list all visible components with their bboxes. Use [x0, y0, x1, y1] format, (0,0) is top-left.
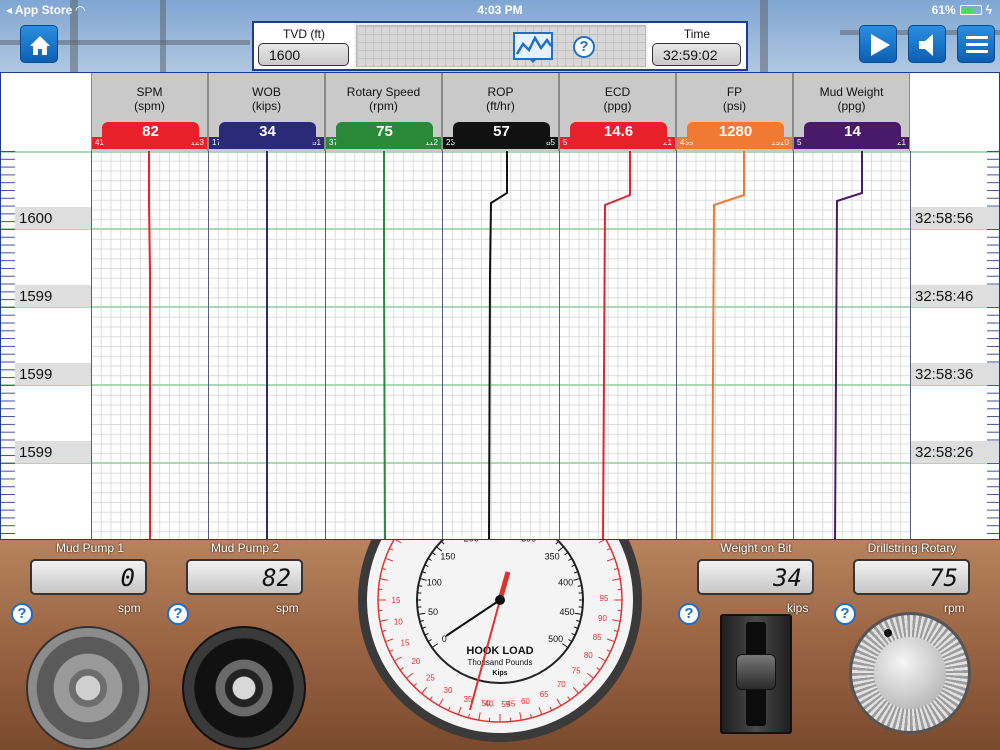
mud-pump-1-help-icon[interactable]: ? — [11, 603, 33, 625]
gauge-inner-label: 300 — [521, 540, 536, 543]
speaker-icon — [919, 34, 933, 56]
chart-icon — [513, 32, 553, 63]
mud-pump-2-value: 82 — [262, 564, 291, 592]
sound-button[interactable] — [908, 25, 946, 63]
weight-on-bit-display: 34 — [697, 559, 814, 595]
log-chart: SPM (spm) 41 123 82 WOB (kips) 17 51 34 Rotary Spe… — [0, 72, 1000, 540]
home-icon — [30, 36, 50, 55]
gauge-inner-tick — [577, 585, 582, 587]
tvd-box: TVD (ft) 1600 — [254, 23, 354, 69]
mud-pump-2-unit: spm — [276, 601, 299, 615]
menu-button[interactable] — [957, 25, 995, 63]
rop-trace — [488, 151, 508, 539]
mud-pump-2-display: 82 — [186, 559, 303, 595]
weight-on-bit-unit: kips — [787, 601, 809, 615]
battery-indicator: 61% ϟ — [932, 3, 992, 17]
gauge-inner-label: 350 — [545, 551, 560, 561]
gauge-inner-label: 50 — [428, 607, 438, 617]
battery-percent: 61% — [931, 3, 956, 17]
trace-lines — [148, 151, 863, 539]
gauge-outer-label: 55 — [501, 700, 510, 709]
gauge-inner-label: 500 — [548, 634, 563, 644]
drillstring-rotary-unit: rpm — [944, 601, 965, 615]
gauge-unit: Kips — [492, 670, 507, 677]
mud-pump-1-value: 0 — [120, 564, 135, 592]
header-help-icon[interactable]: ? — [573, 36, 595, 58]
hamburger-icon — [966, 36, 988, 53]
gauge-inner-tick — [418, 585, 423, 587]
drillstring-rotary-display: 75 — [853, 559, 970, 595]
gauge-outer-label: 15 — [392, 596, 401, 605]
knob-indicator — [884, 629, 892, 637]
spm-trace — [148, 151, 151, 539]
gauge-outer-label: 10 — [394, 618, 403, 627]
mud-pump-2-title: Mud Pump 2 — [210, 541, 280, 555]
hook-load-dial: 0501001502002503003504004505001510152025… — [358, 540, 642, 742]
weight-on-bit-help-icon[interactable]: ? — [678, 603, 700, 625]
time-value: 32:59:02 — [652, 43, 741, 66]
mudweight-trace — [834, 151, 863, 539]
mud-pump-2-help-icon[interactable]: ? — [167, 603, 189, 625]
mud-pump-1-title: Mud Pump 1 — [55, 541, 125, 555]
gauge-outer-label: 90 — [598, 614, 607, 623]
gauge-outer-label: 65 — [540, 690, 549, 699]
gauge-outer-label: 75 — [572, 667, 581, 676]
gauge-outer-label: 70 — [557, 680, 566, 689]
gauge-title: HOOK LOAD — [466, 645, 533, 657]
home-button[interactable] — [20, 25, 58, 63]
gauge-inner-label: 450 — [559, 607, 574, 617]
tvd-label: TVD (ft) — [283, 27, 325, 41]
hook-load-gauge: 0501001502002503003504004505001510152025… — [356, 540, 644, 750]
gauge-outer-label: 80 — [584, 651, 593, 660]
header-panel: TVD (ft) 1600 ? Time 32:59:02 — [252, 21, 748, 71]
status-bar: ◂ App Store ◠ 4:03 PM 61% ϟ — [0, 0, 1000, 20]
fp-trace — [711, 151, 745, 539]
play-icon — [871, 34, 890, 56]
drillstring-rotary-value: 75 — [929, 564, 958, 592]
weight-on-bit-title: Weight on Bit — [720, 541, 792, 555]
gauge-outer-label: 15 — [401, 638, 410, 647]
charging-icon: ϟ — [985, 3, 992, 17]
drillstring-rotary-help-icon[interactable]: ? — [834, 603, 856, 625]
rotary-trace — [383, 151, 386, 539]
gauge-inner-label: 200 — [464, 540, 479, 543]
gauge-outer-label: 95 — [600, 594, 609, 603]
gauge-inner-label: 400 — [558, 577, 573, 587]
drillstring-rotary-title: Drillstring Rotary — [867, 541, 957, 555]
gauge-hub — [495, 595, 505, 605]
tvd-value: 1600 — [258, 43, 349, 66]
mud-pump-1-unit: spm — [118, 601, 141, 615]
gauge-outer-label: 20 — [411, 657, 420, 666]
drillstring-rotary-knob[interactable] — [849, 612, 971, 734]
time-label: Time — [683, 27, 711, 41]
ecd-trace — [602, 151, 631, 539]
play-button[interactable] — [859, 25, 897, 63]
gauge-outer-label: 25 — [426, 673, 435, 682]
weight-on-bit-value: 34 — [773, 564, 802, 592]
weight-on-bit-lever[interactable] — [720, 614, 792, 734]
gauge-inner-label: 150 — [440, 551, 455, 561]
gauge-inner-label: 100 — [427, 577, 442, 587]
battery-icon — [959, 5, 982, 15]
mud-pump-1-display: 0 — [30, 559, 147, 595]
gauge-outer-label: 50 — [481, 699, 490, 708]
gauge-subtitle: Thousand Pounds — [468, 658, 533, 667]
chart-selector[interactable]: ? — [356, 25, 646, 67]
time-box: Time 32:59:02 — [648, 23, 746, 69]
clock: 4:03 PM — [477, 3, 523, 17]
gauge-outer-label: 60 — [521, 697, 530, 706]
gauge-outer-label: 30 — [444, 686, 453, 695]
mud-pump-1-knob[interactable] — [26, 626, 150, 750]
knob-cap — [874, 637, 946, 709]
mud-pump-2-knob[interactable] — [182, 626, 306, 750]
gauge-outer-label: 85 — [593, 633, 602, 642]
lever-handle[interactable] — [736, 654, 776, 690]
